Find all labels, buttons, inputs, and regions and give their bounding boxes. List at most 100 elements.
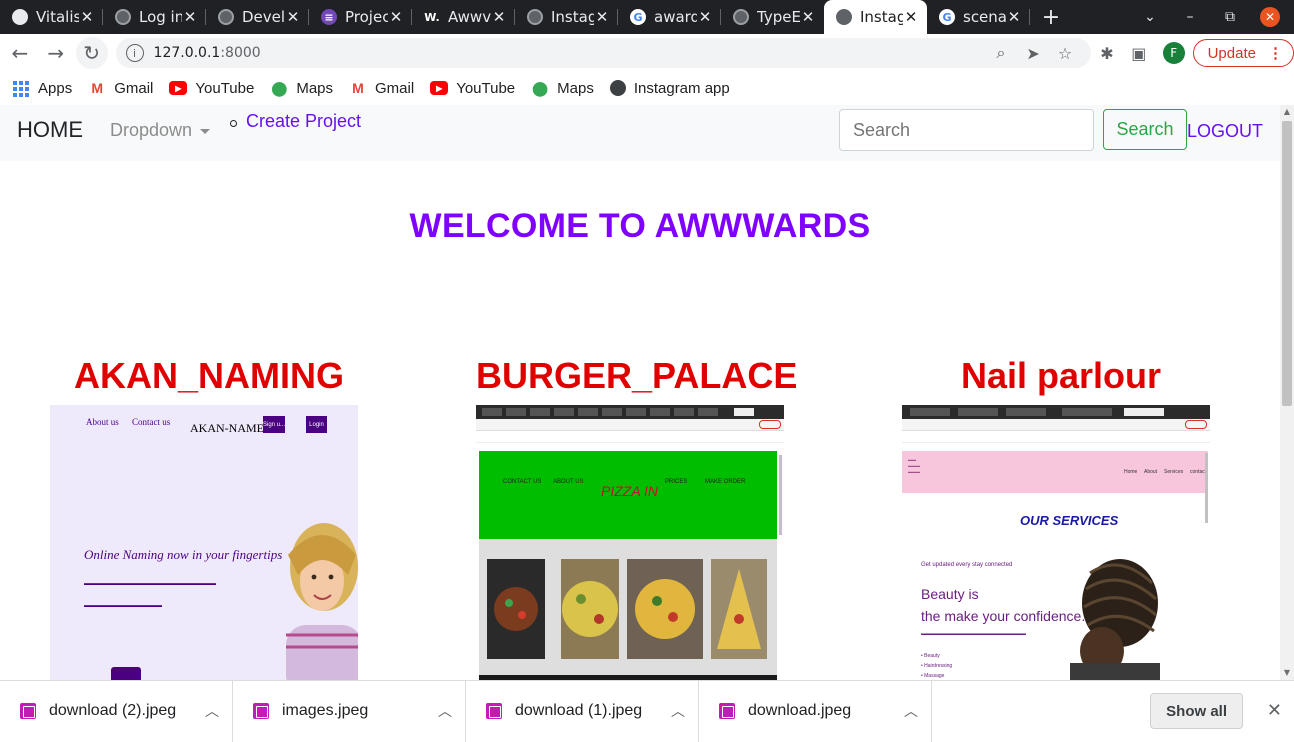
send-icon[interactable]: ➤ [1017, 44, 1049, 63]
browser-tab-active[interactable]: Instag ✕ [824, 0, 927, 34]
project-title: AKAN_NAMING [74, 355, 344, 396]
site-navbar: HOME Dropdown Create Project Search LOGO… [0, 105, 1280, 161]
globe-icon [733, 9, 749, 25]
close-tab-icon[interactable]: ✕ [697, 8, 713, 26]
preview-text: About [1144, 469, 1158, 475]
close-downloads-icon[interactable]: ✕ [1267, 700, 1282, 721]
preview-browser-tabs [476, 405, 784, 419]
scrollbar-thumb[interactable] [1282, 121, 1292, 406]
url-text[interactable]: 127.0.0.1:8000 [154, 45, 985, 61]
preview-text: MAKE ORDER [705, 479, 746, 485]
close-tab-icon[interactable]: ✕ [491, 8, 507, 26]
browser-tab[interactable]: G award ✕ [618, 0, 721, 34]
create-project-link[interactable]: Create Project [229, 111, 361, 132]
search-button[interactable]: Search [1103, 109, 1187, 150]
browser-tab[interactable]: W. Awwv ✕ [412, 0, 515, 34]
preview-text: About us [86, 417, 119, 427]
close-tab-icon[interactable]: ✕ [285, 8, 301, 26]
browser-tab[interactable]: TypeE ✕ [721, 0, 824, 34]
preview-line: ▬▬▬▬▬▬▬▬▬▬▬▬▬▬▬▬▬▬▬▬▬ [921, 631, 1026, 637]
close-tab-icon[interactable]: ✕ [800, 8, 816, 26]
bookmark-apps[interactable]: Apps [12, 80, 72, 97]
page-scrollbar[interactable]: ▲ ▼ [1280, 105, 1294, 680]
search-input[interactable] [839, 109, 1094, 151]
download-item[interactable]: download (1).jpeg ︿ [466, 680, 699, 742]
browser-tab[interactable]: Vitalis ✕ [0, 0, 103, 34]
scroll-up-arrow-icon[interactable]: ▲ [1280, 105, 1294, 119]
bookmarks-bar: Apps M Gmail ▶ YouTube ⬤ Maps M Gmail ▶ YouTu… [0, 72, 1294, 104]
window-controls: ⌄ – ⧉ ✕ [1130, 0, 1294, 34]
bookmark-youtube[interactable]: ▶ YouTube [169, 80, 254, 97]
close-tab-icon[interactable]: ✕ [79, 8, 95, 26]
preview-logo: AKAN-NAME [190, 421, 264, 435]
apps-grid-icon [12, 81, 30, 97]
image-file-icon [253, 703, 269, 719]
preview-button: Login [306, 416, 327, 433]
bookmark-maps[interactable]: ⬤ Maps [270, 80, 333, 97]
update-button[interactable]: Update ⋮ [1192, 39, 1294, 67]
minimize-icon[interactable]: – [1170, 9, 1210, 25]
chevron-up-icon[interactable]: ︿ [425, 701, 465, 721]
browser-toolbar: ← → ↻ i 127.0.0.1:8000 ⌕ ➤ ☆ ✱ ▣ F Updat… [0, 34, 1294, 72]
extensions-puzzle-icon[interactable]: ✱ [1091, 44, 1123, 63]
pizza-photo [487, 559, 545, 659]
bookmark-maps[interactable]: ⬤ Maps [531, 80, 594, 97]
bookmark-star-icon[interactable]: ☆ [1049, 44, 1081, 63]
caret-down-icon [200, 128, 211, 134]
bookmark-gmail[interactable]: M Gmail [88, 80, 153, 97]
restore-icon[interactable]: ⧉ [1210, 9, 1250, 25]
home-brand-link[interactable]: HOME [17, 117, 83, 143]
close-tab-icon[interactable]: ✕ [388, 8, 404, 26]
close-tab-icon[interactable]: ✕ [594, 8, 610, 26]
project-screenshot[interactable]: ▬▬ ▬▬▬ ▬▬▬ Home About Services contact OUR… [902, 405, 1210, 680]
project-screenshot[interactable]: CONTACT US ABOUT US PIZZA IN PRICES MAKE… [476, 405, 784, 680]
download-item[interactable]: download (2).jpeg ︿ [0, 680, 233, 742]
bookmark-instagram-app[interactable]: Instagram app [609, 80, 730, 97]
chevron-up-icon[interactable]: ︿ [192, 701, 232, 721]
chevron-up-icon[interactable]: ︿ [891, 701, 931, 721]
address-bar[interactable]: i 127.0.0.1:8000 ⌕ ➤ ☆ [115, 38, 1092, 68]
bookmark-gmail[interactable]: M Gmail [349, 80, 414, 97]
window-close-icon[interactable]: ✕ [1260, 7, 1280, 27]
preview-browser-toolbar [902, 419, 1210, 431]
braids-photo [1070, 559, 1160, 680]
preview-text: PRICES [665, 479, 688, 485]
download-item[interactable]: download.jpeg ︿ [699, 680, 932, 742]
back-arrow-icon[interactable]: ← [4, 37, 36, 69]
tab-title: scena [963, 8, 1006, 26]
browser-tab-strip: Vitalis ✕ Log in ✕ Develo ✕ ≡ Projec ✕ W… [0, 0, 1294, 34]
browser-tab[interactable]: Develo ✕ [206, 0, 309, 34]
forward-arrow-icon[interactable]: → [40, 37, 72, 69]
profile-avatar[interactable]: F [1162, 42, 1185, 64]
browser-tab[interactable]: G scena ✕ [927, 0, 1030, 34]
project-title: Nail parlour [960, 355, 1162, 396]
close-tab-icon[interactable]: ✕ [182, 8, 198, 26]
image-file-icon [20, 703, 36, 719]
show-all-downloads-button[interactable]: Show all [1150, 693, 1243, 729]
bookmark-youtube[interactable]: ▶ YouTube [430, 80, 515, 97]
preview-text: Home [1124, 469, 1138, 475]
site-info-icon[interactable]: i [125, 44, 144, 62]
side-panel-icon[interactable]: ▣ [1123, 44, 1155, 63]
new-tab-button[interactable]: + [1030, 0, 1072, 34]
close-tab-icon[interactable]: ✕ [1006, 8, 1022, 26]
zoom-icon[interactable]: ⌕ [985, 43, 1017, 63]
tab-title: Develo [242, 8, 285, 26]
preview-heading: OUR SERVICES [1020, 513, 1119, 528]
close-tab-icon[interactable]: ✕ [903, 8, 919, 26]
browser-tab[interactable]: ≡ Projec ✕ [309, 0, 412, 34]
child-photo [286, 523, 358, 680]
project-screenshot[interactable]: About us Contact us AKAN-NAME Sign u... … [50, 405, 358, 680]
gmail-icon: M [91, 80, 104, 96]
download-filename: download.jpeg [748, 702, 852, 719]
browser-tab[interactable]: Log in ✕ [103, 0, 206, 34]
scroll-down-arrow-icon[interactable]: ▼ [1280, 666, 1294, 680]
dropdown-toggle[interactable]: Dropdown [110, 120, 211, 141]
browser-tab[interactable]: Instag ✕ [515, 0, 618, 34]
reload-icon[interactable]: ↻ [75, 37, 108, 69]
tab-search-icon[interactable]: ⌄ [1130, 9, 1170, 25]
logout-link[interactable]: LOGOUT [1187, 121, 1263, 142]
chevron-up-icon[interactable]: ︿ [658, 701, 698, 721]
download-item[interactable]: images.jpeg ︿ [233, 680, 466, 742]
preview-list: • Beauty • Hairdressing • Massage [921, 653, 953, 679]
